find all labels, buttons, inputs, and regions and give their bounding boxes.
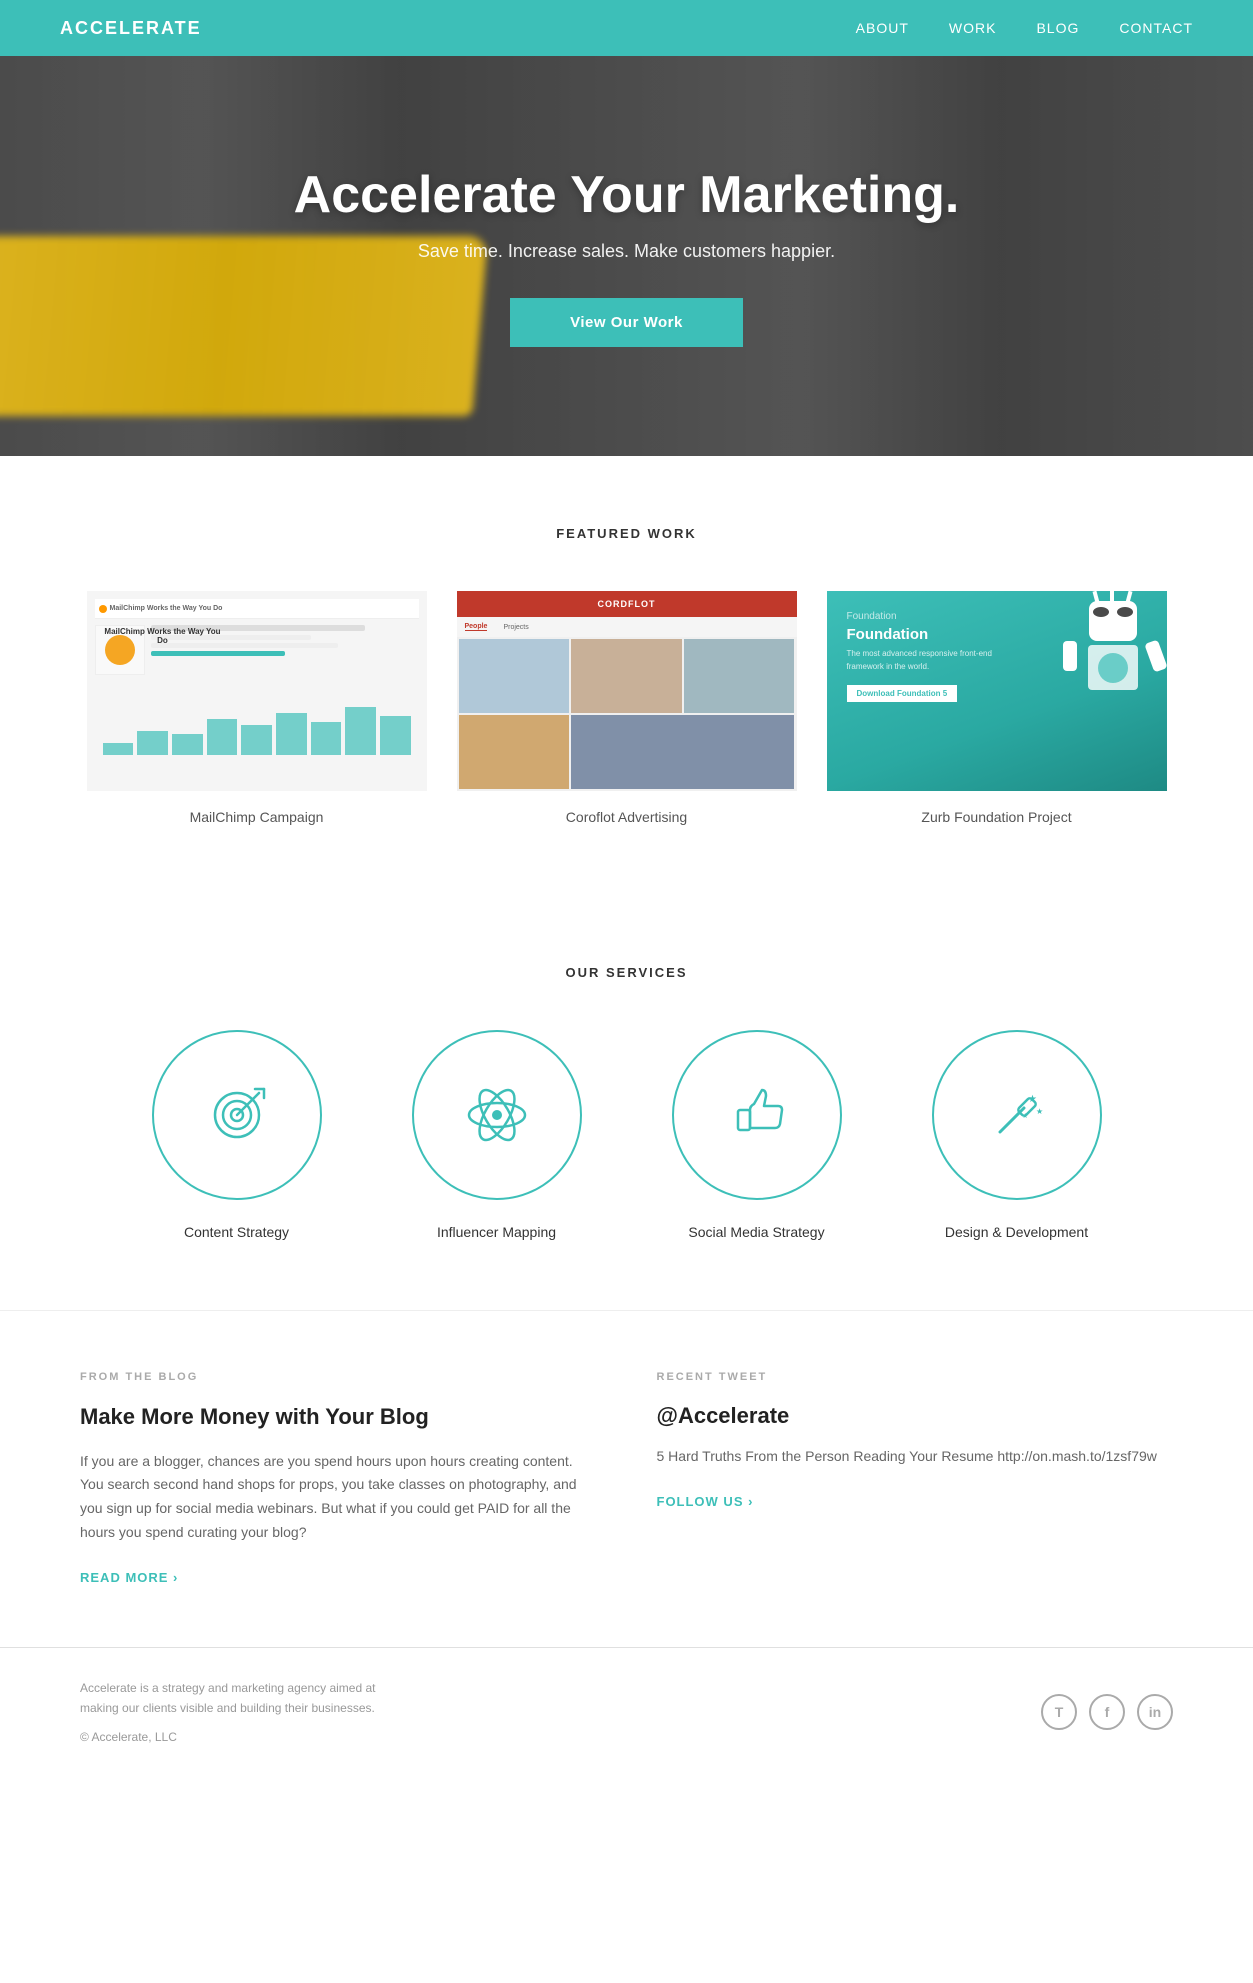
nav-work[interactable]: WORK	[949, 20, 997, 36]
facebook-icon[interactable]: f	[1089, 1694, 1125, 1730]
thumbs-up-icon	[722, 1080, 792, 1150]
work-item-zurb[interactable]: Foundation Foundation The most advanced …	[827, 591, 1167, 825]
footer: Accelerate is a strategy and marketing a…	[0, 1647, 1253, 1777]
blog-title: Make More Money with Your Blog	[80, 1403, 597, 1432]
work-label-coroflot: Coroflot Advertising	[457, 809, 797, 825]
read-more-link[interactable]: READ MORE ›	[80, 1570, 178, 1585]
blog-text: If you are a blogger, chances are you sp…	[80, 1450, 597, 1545]
services-title: OUR SERVICES	[80, 965, 1173, 980]
blog-tweet-section: FROM THE BLOG Make More Money with Your …	[0, 1310, 1253, 1647]
target-icon	[202, 1080, 272, 1150]
tweet-handle: @Accelerate	[657, 1403, 1174, 1429]
atom-icon	[462, 1080, 532, 1150]
nav-blog[interactable]: BLOG	[1036, 20, 1079, 36]
work-item-coroflot[interactable]: CORDFLOT People Projects Coroflot Advert…	[457, 591, 797, 825]
tweet-section-label: RECENT TWEET	[657, 1371, 1174, 1383]
service-circle-influencer	[412, 1030, 582, 1200]
tweet-text: 5 Hard Truths From the Person Reading Yo…	[657, 1445, 1174, 1469]
nav-contact[interactable]: CONTACT	[1119, 20, 1193, 36]
work-item-mailchimp[interactable]: MailChimp Works the Way You Do	[87, 591, 427, 825]
linkedin-icon[interactable]: in	[1137, 1694, 1173, 1730]
magic-wand-icon: ★ ★ ★	[982, 1080, 1052, 1150]
work-thumb-zurb: Foundation Foundation The most advanced …	[827, 591, 1167, 791]
service-social: Social Media Strategy	[647, 1030, 867, 1240]
twitter-icon[interactable]: T	[1041, 1694, 1077, 1730]
blog-section-label: FROM THE BLOG	[80, 1371, 597, 1383]
follow-us-link[interactable]: FOLLOW US ›	[657, 1494, 754, 1509]
footer-description: Accelerate is a strategy and marketing a…	[80, 1678, 400, 1719]
work-thumb-coroflot: CORDFLOT People Projects	[457, 591, 797, 791]
services-grid: Content Strategy Influencer Mapping	[80, 1030, 1173, 1240]
hero-content: Accelerate Your Marketing. Save time. In…	[294, 165, 960, 347]
work-grid: MailChimp Works the Way You Do	[80, 591, 1173, 825]
svg-text:★: ★	[1022, 1112, 1028, 1120]
hero-section: Accelerate Your Marketing. Save time. In…	[0, 56, 1253, 456]
service-label-influencer: Influencer Mapping	[387, 1224, 607, 1240]
footer-social: T f in	[1041, 1694, 1173, 1730]
featured-work-title: FEATURED WORK	[80, 526, 1173, 541]
footer-copyright: © Accelerate, LLC	[80, 1727, 400, 1747]
navbar: ACCELERATE ABOUT WORK BLOG CONTACT	[0, 0, 1253, 56]
service-label-social: Social Media Strategy	[647, 1224, 867, 1240]
blog-column: FROM THE BLOG Make More Money with Your …	[80, 1371, 597, 1587]
service-circle-social	[672, 1030, 842, 1200]
featured-work-section: FEATURED WORK MailChimp Works the Way Yo…	[0, 456, 1253, 895]
nav-logo[interactable]: ACCELERATE	[60, 18, 202, 39]
service-label-content: Content Strategy	[127, 1224, 347, 1240]
work-thumb-mailchimp: MailChimp Works the Way You Do	[87, 591, 427, 791]
service-design: ★ ★ ★ Design & Development	[907, 1030, 1127, 1240]
hero-subtitle: Save time. Increase sales. Make customer…	[294, 241, 960, 262]
hero-title: Accelerate Your Marketing.	[294, 165, 960, 225]
work-label-mailchimp: MailChimp Campaign	[87, 809, 427, 825]
tweet-column: RECENT TWEET @Accelerate 5 Hard Truths F…	[657, 1371, 1174, 1587]
service-label-design: Design & Development	[907, 1224, 1127, 1240]
svg-text:★: ★	[1028, 1094, 1037, 1105]
nav-links: ABOUT WORK BLOG CONTACT	[856, 20, 1193, 36]
service-content-strategy: Content Strategy	[127, 1030, 347, 1240]
svg-text:★: ★	[1036, 1107, 1043, 1116]
service-circle-content	[152, 1030, 322, 1200]
service-circle-design: ★ ★ ★	[932, 1030, 1102, 1200]
hero-cta-button[interactable]: View Our Work	[510, 298, 743, 347]
services-section: OUR SERVICES Content Strategy	[0, 895, 1253, 1310]
work-label-zurb: Zurb Foundation Project	[827, 809, 1167, 825]
footer-info: Accelerate is a strategy and marketing a…	[80, 1678, 400, 1747]
nav-about[interactable]: ABOUT	[856, 20, 909, 36]
service-influencer: Influencer Mapping	[387, 1030, 607, 1240]
